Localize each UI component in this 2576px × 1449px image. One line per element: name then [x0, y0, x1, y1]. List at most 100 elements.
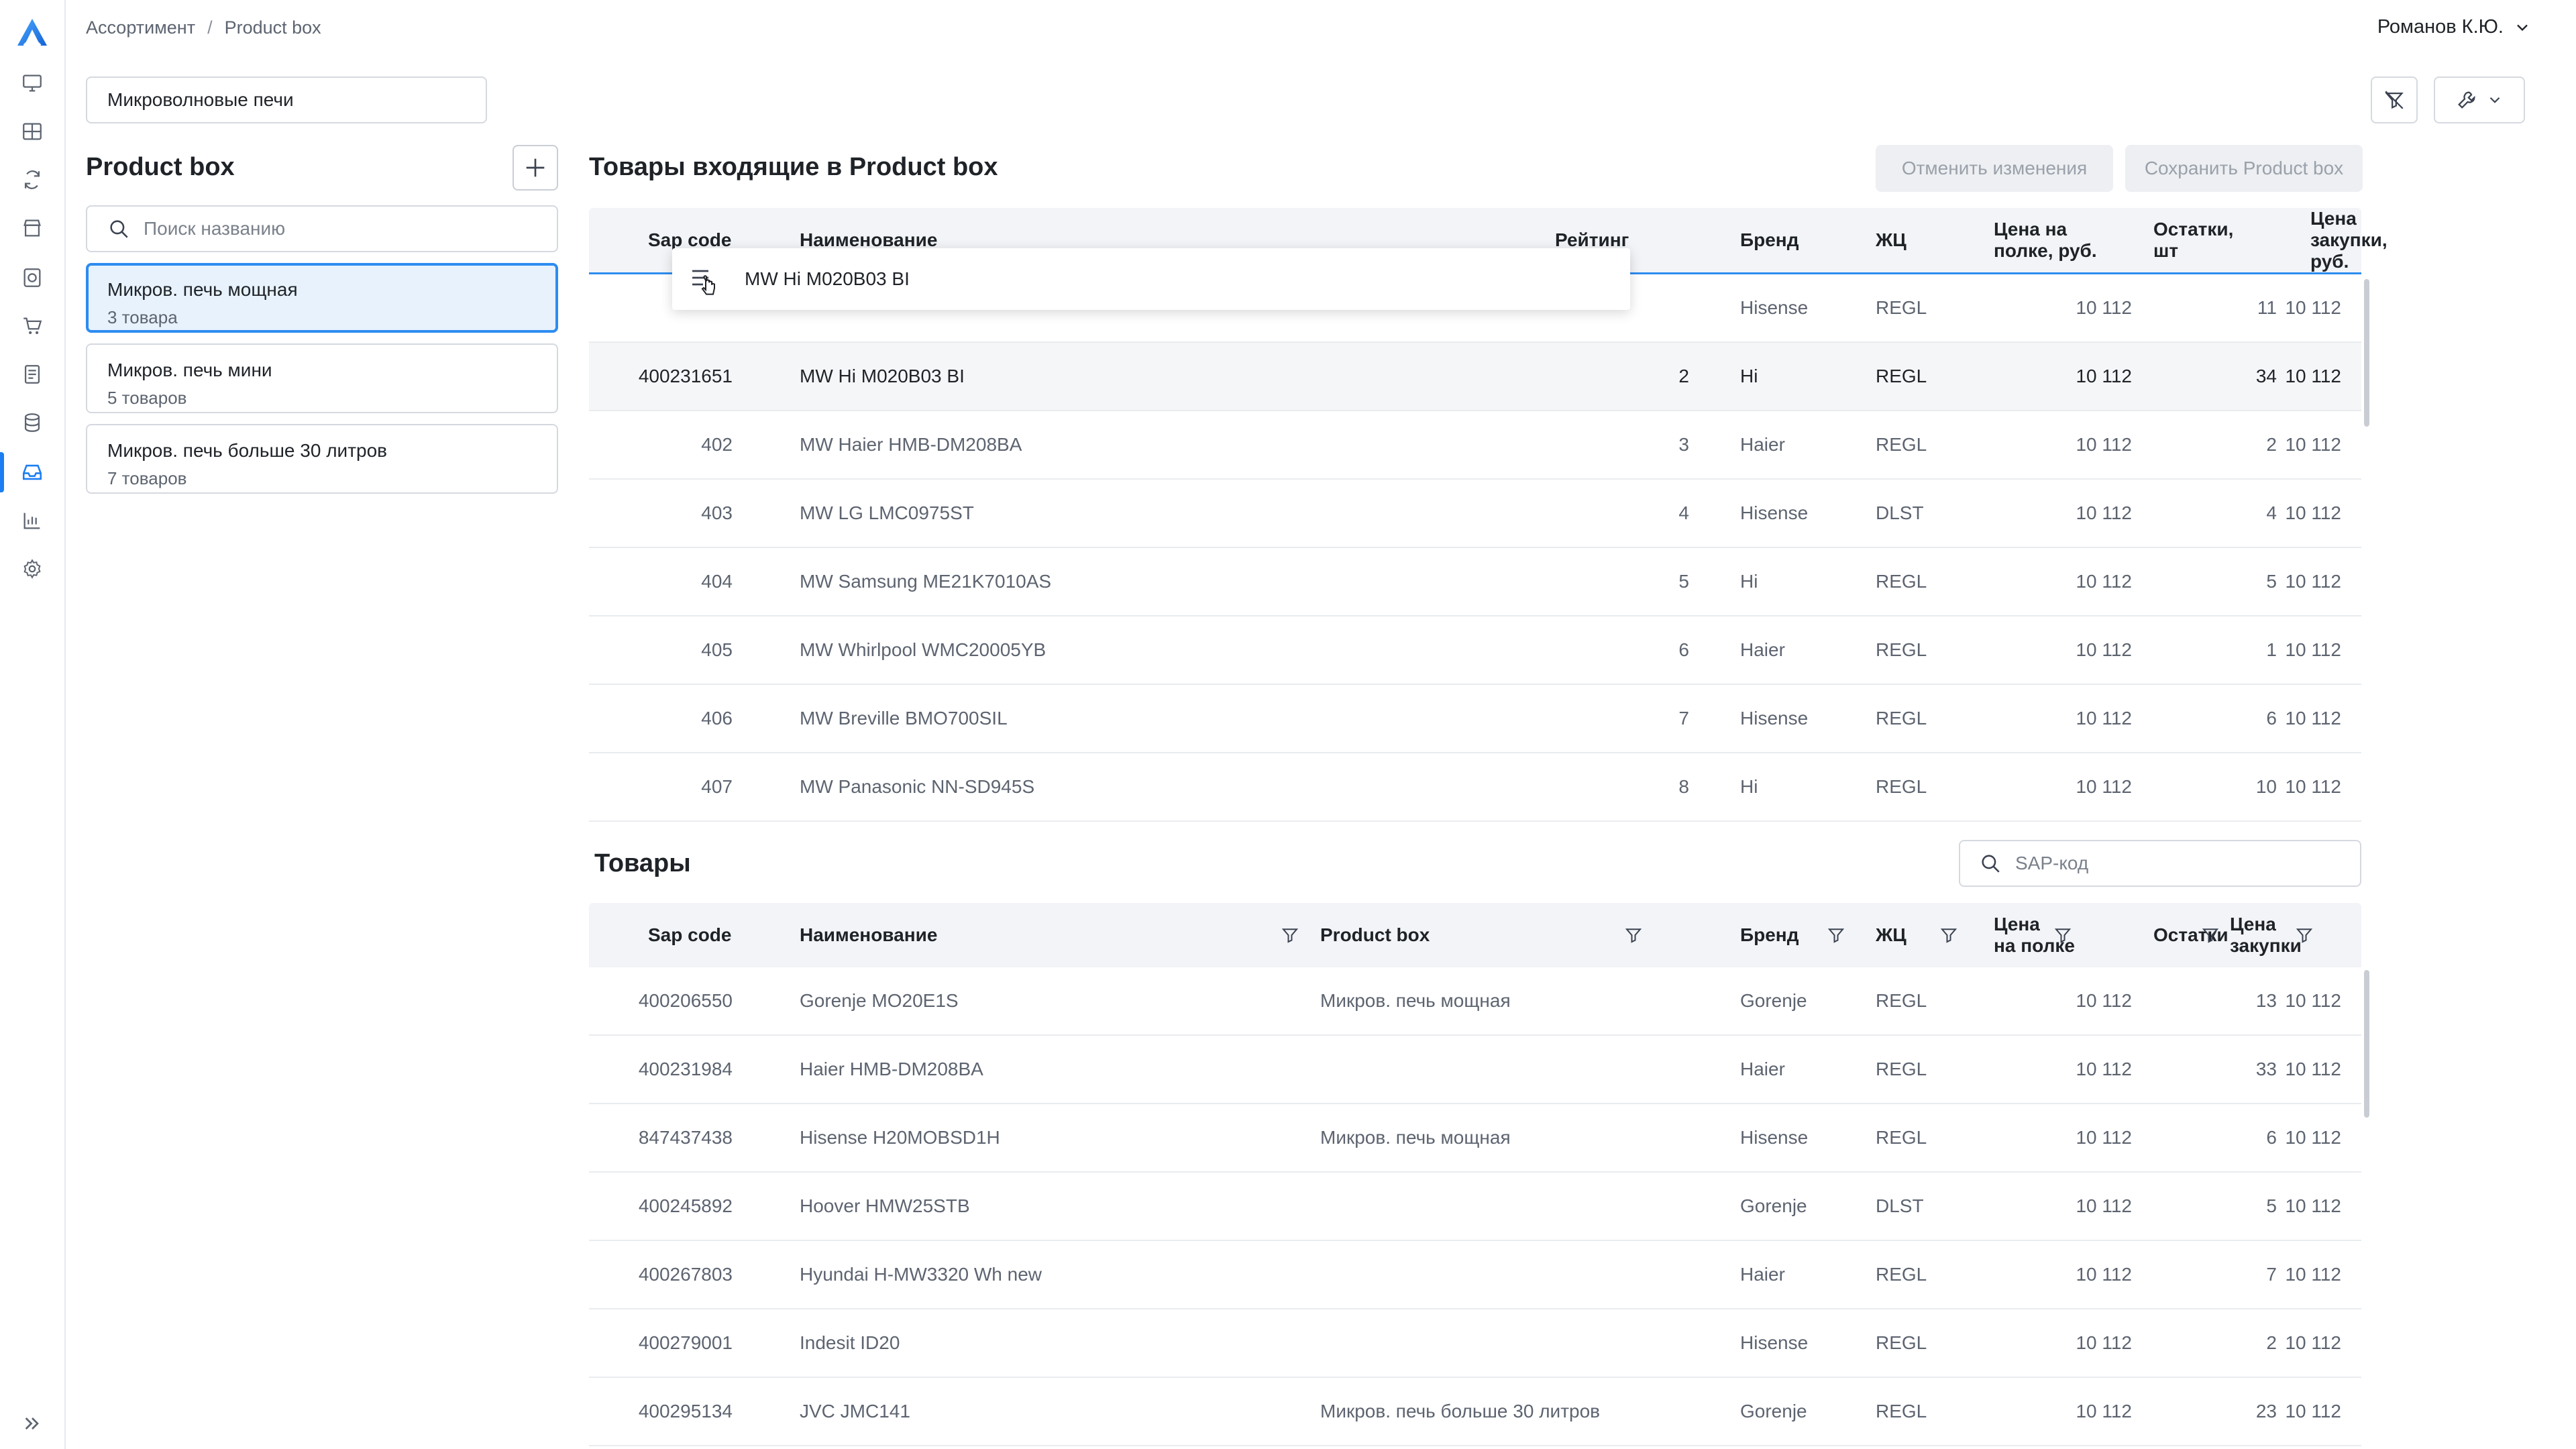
products-section-title: Товары	[594, 849, 691, 877]
nav-rail	[0, 0, 66, 1449]
table-row[interactable]: 400206550 Gorenje MO20E1S Микров. печь мощ…	[589, 967, 2361, 1036]
table-row[interactable]: 400231984 Haier HMB-DM208BA Haier REGL 10 11…	[589, 1036, 2361, 1104]
cancel-changes-button[interactable]: Отменить изменения	[1876, 145, 2113, 192]
table-row[interactable]: 400231651 MW Hi M020B03 BI 2 Hi REGL 10 112 34…	[589, 343, 2361, 411]
column-header-label: Product box	[1320, 924, 1430, 945]
filter-icon[interactable]	[1623, 925, 1644, 945]
nav-item-cart[interactable]	[17, 311, 47, 341]
breadcrumb-item-assortment[interactable]: Ассортимент	[86, 17, 195, 38]
column-header-shelf-price[interactable]: Цена на полке, руб.	[1994, 208, 2097, 272]
save-product-box-button[interactable]: Сохранить Product box	[2125, 145, 2363, 192]
cell-name: MW Hi M020B03 BI	[800, 366, 965, 386]
column-header-shelf-price[interactable]: Цена на полке	[1994, 903, 2128, 967]
column-header-col3[interactable]: Product box	[1320, 903, 1642, 967]
table-row[interactable]: 407 MW Panasonic NN-SD945S 8 Hi REGL 10 112 10…	[589, 753, 2361, 822]
product-box-search-input[interactable]	[142, 217, 521, 240]
column-header-purchase-price[interactable]: Цена закупки, руб.	[2310, 208, 2387, 272]
cell-shelf-price: 10 112	[2076, 434, 2132, 455]
cell-purchase-price: 10 112	[2285, 434, 2341, 455]
cell-col3: 3	[1678, 434, 1689, 455]
column-header-brand[interactable]: Бренд	[1740, 208, 1799, 272]
nav-item-chart[interactable]	[17, 506, 47, 535]
column-header-brand[interactable]: Бренд	[1740, 903, 1861, 967]
cell-purchase-price: 10 112	[2285, 776, 2341, 797]
product-box-item[interactable]: Микров. печь мини 5 товаров	[86, 343, 558, 413]
column-header-label: Бренд	[1740, 924, 1799, 945]
table-row[interactable]: 406 MW Breville BMO700SIL 7 Hisense REGL 10 1…	[589, 685, 2361, 753]
sap-code-search-input[interactable]	[2014, 852, 2352, 875]
cell-name: MW Breville BMO700SIL	[800, 708, 1008, 729]
table-row[interactable]: 400245892 Hoover HMW25STB Gorenje DLST 10 11…	[589, 1173, 2361, 1241]
product-box-item-count: 7 товаров	[107, 468, 187, 488]
settings-icon	[23, 559, 41, 579]
nav-item-store[interactable]	[17, 213, 47, 243]
cell-sap-code: 400267803	[638, 1264, 733, 1285]
cell-lifecycle: REGL	[1876, 1332, 1927, 1353]
product-box-search	[86, 205, 558, 252]
filter-off-icon	[2385, 91, 2404, 109]
cell-col3: Микров. печь мощная	[1320, 990, 1511, 1011]
nav-item-refresh[interactable]	[17, 165, 47, 195]
cell-sap-code: 847437438	[638, 1127, 733, 1148]
cell-name: MW Whirlpool WMC20005YB	[800, 639, 1046, 660]
cell-sap-code: 404	[701, 571, 733, 592]
cell-name: Hisense H20MOBSD1H	[800, 1127, 1000, 1148]
cell-col3: 5	[1678, 571, 1689, 592]
column-header-sap-code[interactable]: Sap code	[648, 903, 731, 967]
table-row[interactable]: 404 MW Samsung ME21K7010AS 5 Hi REGL 10 112 5 1…	[589, 548, 2361, 616]
product-box-item-name: Микров. печь больше 30 литров	[107, 440, 388, 461]
products-table-header: Sap code Наименование Product box Бренд ЖЦ Це…	[589, 903, 2361, 967]
table-row[interactable]: 400267803 Hyundai H-MW3320 Wh new Haier REG…	[589, 1241, 2361, 1309]
cell-lifecycle: DLST	[1876, 502, 1924, 523]
nav-item-settings[interactable]	[17, 554, 47, 584]
drag-ghost-label: MW Hi M020B03 BI	[745, 268, 910, 289]
table-row[interactable]: 403 MW LG LMC0975ST 4 Hisense DLST 10 112 4 10 …	[589, 480, 2361, 548]
cart-icon	[23, 317, 42, 335]
search-icon	[1982, 855, 2000, 873]
table-row[interactable]: 847437438 Hisense H20MOBSD1H Микров. печь …	[589, 1104, 2361, 1173]
cell-purchase-price: 10 112	[2285, 639, 2341, 660]
table-row[interactable]: 402 MW Haier HMB-DM208BA 3 Haier REGL 10 112 2…	[589, 411, 2361, 480]
column-header-name[interactable]: Наименование	[800, 903, 1299, 967]
table-row[interactable]: 405 MW Whirlpool WMC20005YB 6 Haier REGL 10 1…	[589, 616, 2361, 685]
tools-dropdown-button[interactable]	[2434, 76, 2525, 123]
cell-sap-code: 400295134	[638, 1401, 733, 1421]
nav-item-inbox[interactable]	[0, 452, 47, 492]
filter-icon[interactable]	[2294, 925, 2314, 945]
filter-icon[interactable]	[1939, 925, 1959, 945]
nav-item-grid[interactable]	[17, 117, 47, 146]
column-header-lifecycle[interactable]: ЖЦ	[1876, 903, 1959, 967]
user-menu[interactable]: Романов К.Ю.	[2377, 16, 2532, 38]
cell-brand: Hisense	[1740, 1127, 1809, 1148]
filter-icon[interactable]	[1826, 925, 1846, 945]
column-header-label: Остатки, шт	[2153, 219, 2234, 261]
column-header-stock[interactable]: Остатки, шт	[2153, 208, 2233, 272]
app-logo-icon[interactable]	[15, 16, 50, 48]
cell-lifecycle: REGL	[1876, 1127, 1927, 1148]
filter-icon[interactable]	[2200, 925, 2220, 945]
plus-icon	[526, 158, 545, 177]
incoming-scrollbar[interactable]	[2364, 279, 2369, 427]
products-table-body: 400206550 Gorenje MO20E1S Микров. печь мощ…	[589, 967, 2361, 1446]
nav-item-coins[interactable]	[17, 263, 47, 292]
nav-item-monitor[interactable]	[17, 68, 47, 98]
table-row[interactable]: 400295134 JVC JMC141 Микров. печь больше 3…	[589, 1378, 2361, 1446]
column-header-purchase-price[interactable]: Цена закупки	[2230, 903, 2337, 967]
table-row[interactable]: 400279001 Indesit ID20 Hisense REGL 10 112 2 1…	[589, 1309, 2361, 1378]
filter-icon[interactable]	[1280, 925, 1300, 945]
filter-icon[interactable]	[2053, 925, 2073, 945]
product-box-item[interactable]: Микров. печь больше 30 литров 7 товаров	[86, 424, 558, 494]
drag-ghost-row[interactable]: MW Hi M020B03 BI	[672, 248, 1630, 310]
column-header-lifecycle[interactable]: ЖЦ	[1876, 208, 1907, 272]
filter-button[interactable]	[2371, 76, 2418, 123]
cell-shelf-price: 10 112	[2076, 1264, 2132, 1285]
nav-item-document[interactable]	[17, 360, 47, 389]
category-field[interactable]	[86, 76, 487, 123]
product-box-item[interactable]: Микров. печь мощная 3 товара	[86, 263, 558, 333]
cell-purchase-price: 10 112	[2285, 1127, 2341, 1148]
products-scrollbar[interactable]	[2364, 970, 2369, 1118]
cell-name: Indesit ID20	[800, 1332, 900, 1353]
nav-item-database[interactable]	[17, 408, 47, 437]
expand-sidebar-icon[interactable]	[17, 1409, 47, 1438]
add-product-box-button[interactable]	[513, 145, 558, 191]
